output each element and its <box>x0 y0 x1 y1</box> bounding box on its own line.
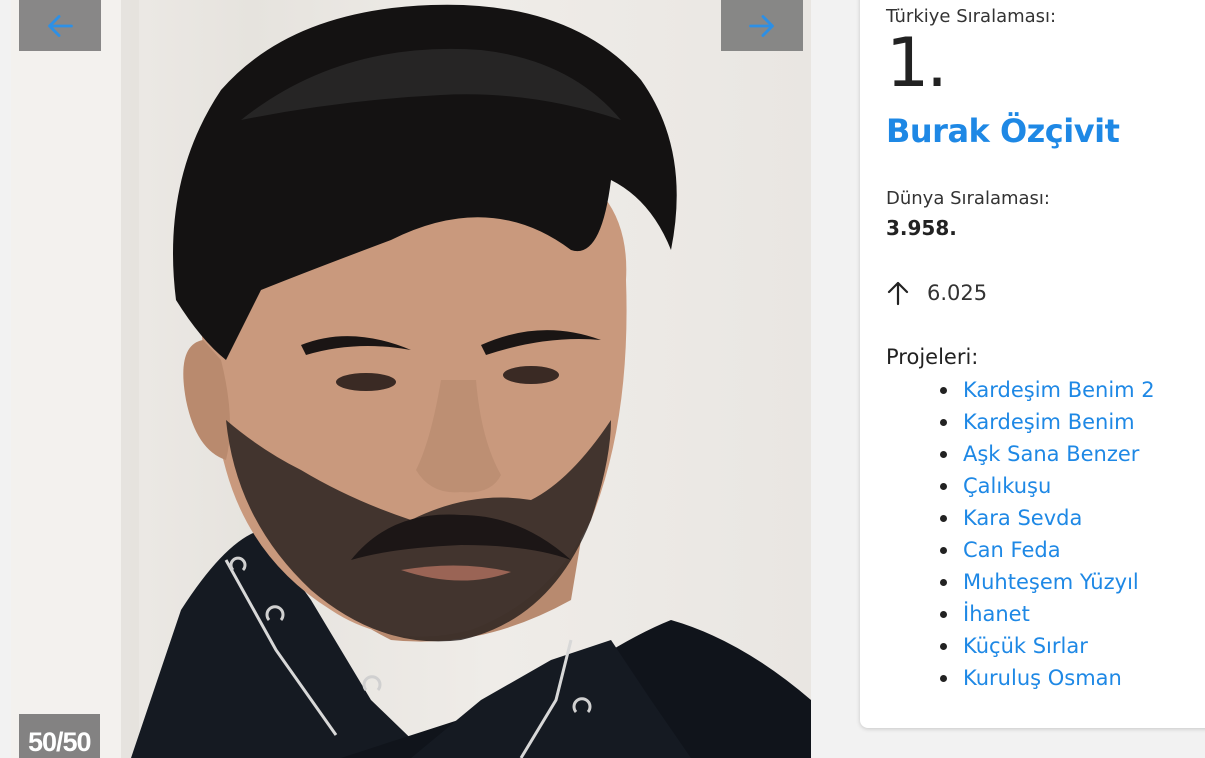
bullet-icon <box>940 387 947 394</box>
carousel-next-button[interactable] <box>721 0 803 51</box>
project-link[interactable]: Kara Sevda <box>963 506 1082 530</box>
photo-counter: 50/50 <box>19 714 100 758</box>
projects-list: Kardeşim Benim 2 Kardeşim Benim Aşk Sana… <box>886 374 1155 694</box>
list-item: Kardeşim Benim <box>940 406 1155 438</box>
list-item: Kara Sevda <box>940 502 1155 534</box>
carousel-prev-button[interactable] <box>19 0 101 51</box>
list-item: Küçük Sırlar <box>940 630 1155 662</box>
project-link[interactable]: Kuruluş Osman <box>963 666 1122 690</box>
arrow-up-icon <box>887 281 909 306</box>
profile-page: 50/50 Türkiye Sıralaması: 1. Burak Özçiv… <box>0 0 1205 758</box>
list-item: Aşk Sana Benzer <box>940 438 1155 470</box>
bullet-icon <box>940 611 947 618</box>
project-link[interactable]: Aşk Sana Benzer <box>963 442 1139 466</box>
turkiye-rank-value: 1. <box>886 24 948 103</box>
dunya-rank-value: 3.958. <box>886 216 957 240</box>
bullet-icon <box>940 547 947 554</box>
arrow-left-icon <box>48 14 73 37</box>
ranking-card: Türkiye Sıralaması: 1. Burak Özçivit Dün… <box>860 0 1205 728</box>
project-link[interactable]: Küçük Sırlar <box>963 634 1088 658</box>
list-item: Can Feda <box>940 534 1155 566</box>
list-item: Muhteşem Yüzyıl <box>940 566 1155 598</box>
bullet-icon <box>940 643 947 650</box>
bullet-icon <box>940 483 947 490</box>
dunya-rank-label: Dünya Sıralaması: <box>886 188 1050 209</box>
bullet-icon <box>940 515 947 522</box>
list-item: İhanet <box>940 598 1155 630</box>
project-link[interactable]: Kardeşim Benim 2 <box>963 378 1155 402</box>
project-link[interactable]: Can Feda <box>963 538 1061 562</box>
list-item: Kardeşim Benim 2 <box>940 374 1155 406</box>
trend-value: 6.025 <box>927 281 988 305</box>
bullet-icon <box>940 419 947 426</box>
project-link[interactable]: Çalıkuşu <box>963 474 1051 498</box>
project-link[interactable]: Muhteşem Yüzyıl <box>963 570 1139 594</box>
bullet-icon <box>940 675 947 682</box>
list-item: Çalıkuşu <box>940 470 1155 502</box>
list-item: Kuruluş Osman <box>940 662 1155 694</box>
projects-label: Projeleri: <box>886 345 979 369</box>
arrow-right-icon <box>749 14 774 37</box>
photo-carousel: 50/50 <box>11 0 811 758</box>
rank-trend: 6.025 <box>886 280 987 306</box>
bullet-icon <box>940 579 947 586</box>
bullet-icon <box>940 451 947 458</box>
project-link[interactable]: Kardeşim Benim <box>963 410 1135 434</box>
profile-photo <box>11 0 811 758</box>
person-name-link[interactable]: Burak Özçivit <box>886 112 1120 150</box>
project-link[interactable]: İhanet <box>963 602 1030 626</box>
